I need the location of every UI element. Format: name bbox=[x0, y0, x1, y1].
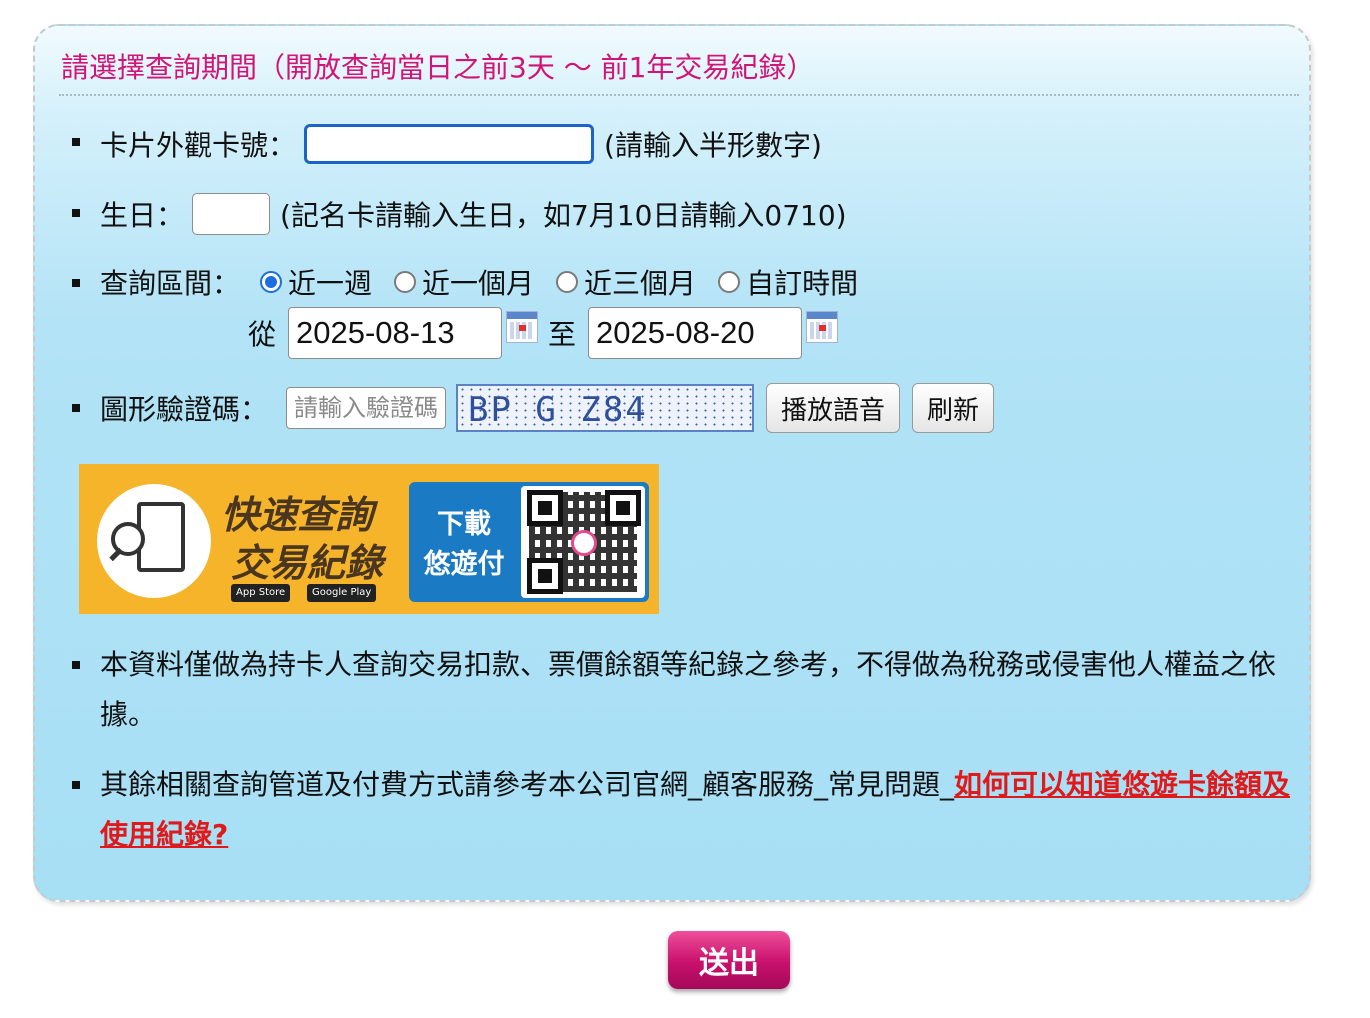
app-logo-icon bbox=[571, 530, 597, 556]
search-document-icon bbox=[97, 484, 211, 598]
app-banner[interactable]: 快速查詢 交易紀錄 App Store Google Play 下載 悠遊付 bbox=[79, 464, 659, 614]
submit-button[interactable]: 送出 bbox=[668, 931, 790, 989]
panel-title: 請選擇查詢期間（開放查詢當日之前3天 ～ 前1年交易紀錄） bbox=[61, 51, 815, 84]
bullet bbox=[72, 138, 80, 146]
bullet bbox=[72, 781, 80, 789]
captcha-input[interactable] bbox=[286, 387, 447, 429]
banner-line1: 快速查詢 bbox=[221, 493, 374, 537]
bullet bbox=[72, 209, 80, 217]
to-date-input[interactable] bbox=[588, 307, 803, 359]
from-date-input[interactable] bbox=[288, 307, 503, 359]
radio-label: 近三個月 bbox=[584, 267, 697, 300]
download-label: 下載 bbox=[437, 509, 491, 540]
date-range-row: 從 至 bbox=[248, 307, 848, 359]
play-audio-button[interactable]: 播放語音 bbox=[766, 383, 901, 433]
card-label: 卡片外觀卡號： bbox=[100, 129, 297, 162]
radio-label: 近一個月 bbox=[422, 267, 535, 300]
card-number-input[interactable] bbox=[304, 124, 595, 164]
download-panel: 下載 悠遊付 bbox=[409, 482, 649, 602]
bullet bbox=[72, 404, 80, 412]
banner-line2: 交易紀錄 bbox=[231, 541, 384, 585]
calendar-icon[interactable] bbox=[506, 311, 539, 343]
captcha-text: BP G Z84 bbox=[468, 390, 648, 430]
calendar-icon[interactable] bbox=[806, 311, 839, 343]
radio-three-months[interactable]: 近三個月 bbox=[556, 262, 696, 302]
qr-code bbox=[521, 486, 645, 598]
bullet bbox=[72, 661, 80, 669]
google-play-badge: Google Play bbox=[307, 584, 377, 602]
card-row: 卡片外觀卡號： (請輸入半形數字) bbox=[100, 122, 822, 166]
app-name: 悠遊付 bbox=[423, 549, 505, 580]
birthday-row: 生日： (記名卡請輸入生日，如7月10日請輸入0710) bbox=[100, 192, 847, 236]
app-store-badge: App Store bbox=[231, 584, 291, 602]
period-row: 查詢區間： 近一週 近一個月 近三個月 自訂時間 bbox=[100, 262, 880, 302]
radio-button[interactable] bbox=[394, 271, 417, 293]
captcha-image: BP G Z84 bbox=[456, 384, 755, 432]
bullet bbox=[72, 279, 80, 287]
refresh-button[interactable]: 刷新 bbox=[912, 383, 995, 433]
radio-month[interactable]: 近一個月 bbox=[394, 262, 534, 302]
other-channels-note: 其餘相關查詢管道及付費方式請參考本公司官網_顧客服務_常見問題_如何可以知道悠遊… bbox=[100, 760, 1305, 860]
other-channels-text: 其餘相關查詢管道及付費方式請參考本公司官網_顧客服務_常見問題_ bbox=[100, 768, 955, 801]
to-label: 至 bbox=[548, 318, 577, 351]
radio-label: 近一週 bbox=[288, 267, 373, 300]
radio-label: 自訂時間 bbox=[746, 267, 859, 300]
period-label: 查詢區間： bbox=[100, 267, 241, 300]
radio-week[interactable]: 近一週 bbox=[260, 262, 372, 302]
radio-button-selected[interactable] bbox=[260, 271, 283, 293]
birthday-label: 生日： bbox=[100, 199, 185, 232]
birthday-hint: (記名卡請輸入生日，如7月10日請輸入0710) bbox=[280, 199, 847, 232]
captcha-row: 圖形驗證碼： BP G Z84 播放語音 刷新 bbox=[100, 382, 995, 434]
disclaimer-note: 本資料僅做為持卡人查詢交易扣款、票價餘額等紀錄之參考，不得做為稅務或侵害他人權益… bbox=[100, 648, 1277, 731]
radio-button[interactable] bbox=[718, 271, 741, 293]
card-hint: (請輸入半形數字) bbox=[604, 129, 822, 162]
radio-button[interactable] bbox=[556, 271, 579, 293]
radio-custom[interactable]: 自訂時間 bbox=[718, 262, 858, 302]
title-divider bbox=[59, 94, 1299, 96]
birthday-input[interactable] bbox=[192, 193, 271, 235]
captcha-label: 圖形驗證碼： bbox=[100, 393, 269, 426]
from-label: 從 bbox=[248, 318, 277, 351]
